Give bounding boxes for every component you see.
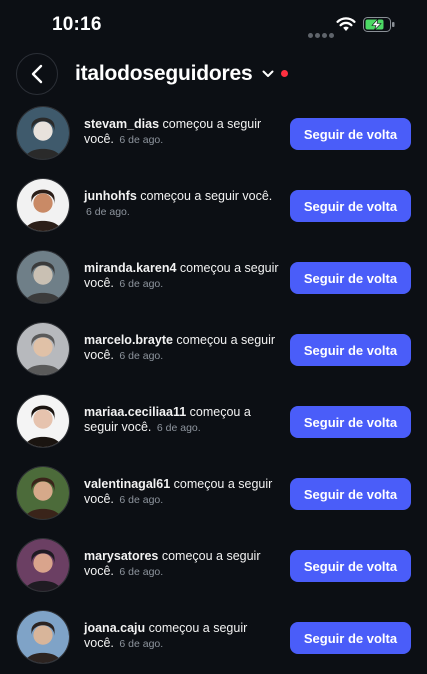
avatar[interactable] bbox=[16, 610, 70, 664]
username[interactable]: marysatores bbox=[84, 549, 158, 563]
follow-back-button[interactable]: Seguir de volta bbox=[290, 190, 411, 222]
notification-text: stevam_dias começou a seguir você. 6 de … bbox=[84, 117, 280, 148]
list-item[interactable]: marcelo.brayte começou a seguir você. 6 … bbox=[0, 314, 427, 386]
username[interactable]: mariaa.ceciliaa11 bbox=[84, 405, 186, 419]
notification-text: junhohfs começou a seguir você. 6 de ago… bbox=[84, 189, 280, 220]
chevron-left-icon bbox=[31, 64, 43, 84]
header: italodoseguidores bbox=[0, 50, 427, 100]
username[interactable]: valentinagal61 bbox=[84, 477, 170, 491]
avatar-image bbox=[17, 395, 69, 447]
follow-back-button[interactable]: Seguir de volta bbox=[290, 406, 411, 438]
notification-text: valentinagal61 começou a seguir você. 6 … bbox=[84, 477, 280, 508]
timestamp: 6 de ago. bbox=[119, 638, 164, 650]
timestamp: 6 de ago. bbox=[86, 206, 130, 218]
avatar-image bbox=[17, 467, 69, 519]
avatar[interactable] bbox=[16, 466, 70, 520]
timestamp: 6 de ago. bbox=[119, 566, 164, 578]
battery-charging-icon bbox=[363, 17, 395, 32]
avatar-image bbox=[17, 611, 69, 663]
cellular-signal-icon bbox=[308, 25, 336, 43]
avatar-image bbox=[17, 251, 69, 303]
list-item[interactable]: junhohfs começou a seguir você. 6 de ago… bbox=[0, 170, 427, 242]
chevron-down-icon[interactable] bbox=[262, 70, 274, 78]
avatar-image bbox=[17, 323, 69, 375]
follow-back-button[interactable]: Seguir de volta bbox=[290, 622, 411, 654]
notification-text: marysatores começou a seguir você. 6 de … bbox=[84, 549, 280, 580]
avatar[interactable] bbox=[16, 178, 70, 232]
timestamp: 6 de ago. bbox=[119, 494, 164, 506]
avatar[interactable] bbox=[16, 250, 70, 304]
avatar-image bbox=[17, 539, 69, 591]
notification-dot bbox=[281, 70, 288, 77]
follow-back-button[interactable]: Seguir de volta bbox=[290, 262, 411, 294]
action-text: começou a seguir você. bbox=[136, 189, 273, 203]
list-item[interactable]: marysatores começou a seguir você. 6 de … bbox=[0, 530, 427, 602]
timestamp: 6 de ago. bbox=[156, 422, 201, 434]
account-switcher-title[interactable]: italodoseguidores bbox=[75, 62, 253, 86]
timestamp: 6 de ago. bbox=[119, 278, 164, 290]
timestamp: 6 de ago. bbox=[119, 350, 164, 362]
status-bar: 10:16 bbox=[0, 0, 427, 50]
notification-text: miranda.karen4 começou a seguir você. 6 … bbox=[84, 261, 280, 292]
follow-back-button[interactable]: Seguir de volta bbox=[290, 550, 411, 582]
avatar[interactable] bbox=[16, 322, 70, 376]
list-item[interactable]: miranda.karen4 começou a seguir você. 6 … bbox=[0, 242, 427, 314]
timestamp: 6 de ago. bbox=[119, 134, 164, 146]
notification-text: marcelo.brayte começou a seguir você. 6 … bbox=[84, 333, 280, 364]
avatar[interactable] bbox=[16, 106, 70, 160]
avatar-image bbox=[17, 179, 69, 231]
list-item[interactable]: mariaa.ceciliaa11 começou a seguir você.… bbox=[0, 386, 427, 458]
activity-list: stevam_dias começou a seguir você. 6 de … bbox=[0, 98, 427, 674]
username[interactable]: joana.caju bbox=[84, 621, 145, 635]
avatar[interactable] bbox=[16, 538, 70, 592]
list-item[interactable]: stevam_dias começou a seguir você. 6 de … bbox=[0, 98, 427, 170]
follow-back-button[interactable]: Seguir de volta bbox=[290, 478, 411, 510]
notification-text: joana.caju começou a seguir você. 6 de a… bbox=[84, 621, 280, 652]
avatar[interactable] bbox=[16, 394, 70, 448]
clock: 10:16 bbox=[52, 14, 102, 35]
follow-back-button[interactable]: Seguir de volta bbox=[290, 334, 411, 366]
follow-back-button[interactable]: Seguir de volta bbox=[290, 118, 411, 150]
back-button[interactable] bbox=[16, 53, 58, 95]
username[interactable]: stevam_dias bbox=[84, 117, 159, 131]
username[interactable]: miranda.karen4 bbox=[84, 261, 176, 275]
username[interactable]: marcelo.brayte bbox=[84, 333, 173, 347]
avatar-image bbox=[17, 107, 69, 159]
wifi-icon bbox=[336, 17, 356, 31]
username[interactable]: junhohfs bbox=[84, 189, 137, 203]
list-item[interactable]: joana.caju começou a seguir você. 6 de a… bbox=[0, 602, 427, 674]
list-item[interactable]: valentinagal61 começou a seguir você. 6 … bbox=[0, 458, 427, 530]
notification-text: mariaa.ceciliaa11 começou a seguir você.… bbox=[84, 405, 280, 436]
